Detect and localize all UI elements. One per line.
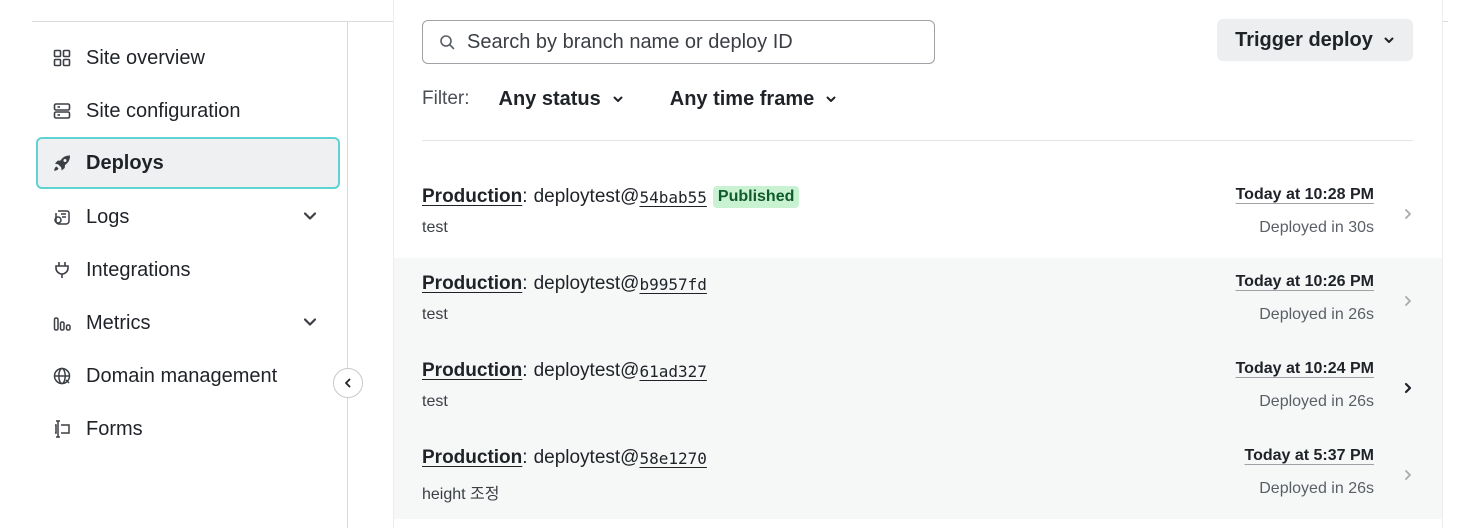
sidebar-item-label: Site configuration	[86, 99, 241, 122]
globe-icon	[52, 366, 72, 386]
sidebar-item-label: Logs	[86, 205, 130, 228]
sidebar-item-label: Forms	[86, 417, 143, 440]
sidebar-item-metrics[interactable]: Metrics	[36, 297, 340, 349]
grid-icon	[52, 48, 72, 68]
deploys-panel: Trigger deploy Filter: Any status Any ti…	[394, 0, 1442, 528]
deploy-message: test	[422, 219, 448, 236]
deploy-time: Today at 10:24 PM	[1235, 360, 1374, 377]
deploy-message: test	[422, 306, 448, 323]
deploy-title: Production: deploytest@ 54bab55 Published	[422, 186, 800, 208]
deploy-message: height 조정	[422, 486, 500, 503]
sidebar-item-label: Site overview	[86, 46, 205, 69]
time-frame-filter-value: Any time frame	[669, 87, 815, 110]
chevron-right-icon	[1405, 470, 1411, 480]
deploy-time: Today at 10:26 PM	[1235, 273, 1374, 290]
chevron-down-icon	[613, 96, 623, 102]
sidebar-item-site-overview[interactable]: Site overview	[36, 32, 340, 84]
deploy-branch: deploytest@	[533, 447, 640, 468]
sidebar-item-integrations[interactable]: Integrations	[36, 244, 340, 296]
sidebar-item-label: Integrations	[86, 258, 191, 281]
search-input[interactable]	[467, 30, 907, 54]
deploy-title: Production: deploytest@ 58e1270	[422, 447, 707, 469]
chevron-left-icon	[345, 378, 351, 388]
sidebar-item-label: Deploys	[86, 151, 164, 174]
chevron-right-icon	[1405, 209, 1411, 219]
deploy-duration: Deployed in 30s	[1259, 219, 1374, 236]
deploy-context-link[interactable]: Production	[422, 273, 522, 295]
trigger-deploy-button[interactable]: Trigger deploy	[1217, 19, 1413, 61]
deploy-row[interactable]: Production: deploytest@ 61ad327 test Today…	[394, 345, 1442, 432]
sidebar-item-site-configuration[interactable]: Site configuration	[36, 85, 340, 137]
deploy-title: Production: deploytest@ 61ad327	[422, 360, 707, 382]
sidebar-item-label: Domain management	[86, 364, 278, 387]
deploy-context-link[interactable]: Production	[422, 186, 522, 208]
sidebar-item-forms[interactable]: Forms	[36, 403, 340, 455]
bar-chart-icon	[52, 313, 72, 333]
deploy-title: Production: deploytest@ b9957fd	[422, 273, 707, 295]
sidebar-item-deploys[interactable]: Deploys	[36, 137, 340, 189]
deploy-branch: deploytest@	[533, 186, 640, 207]
sidebar-item-logs[interactable]: Logs	[36, 191, 340, 243]
chevron-right-icon	[1404, 382, 1412, 394]
server-icon	[52, 101, 72, 121]
deploy-time: Today at 10:28 PM	[1235, 186, 1374, 203]
filter-label: Filter:	[422, 88, 470, 109]
divider	[422, 140, 1413, 141]
sidebar-item-label: Metrics	[86, 311, 151, 334]
time-frame-filter-dropdown[interactable]: Any time frame	[670, 88, 838, 111]
deploy-commit-link[interactable]: 54bab55	[639, 188, 706, 207]
sidebar-collapse-button[interactable]	[333, 368, 363, 398]
deploy-row[interactable]: Production: deploytest@ 58e1270 height 조정 …	[394, 432, 1442, 519]
deploy-commit-link[interactable]: 58e1270	[639, 449, 706, 468]
deploy-row[interactable]: Production: deploytest@ 54bab55 Published t…	[394, 171, 1442, 258]
rocket-icon	[52, 153, 72, 173]
plug-icon	[52, 260, 72, 280]
logs-icon	[52, 207, 72, 227]
published-badge: Published	[712, 186, 800, 208]
deploy-branch: deploytest@	[533, 360, 640, 381]
status-filter-value: Any status	[498, 87, 601, 110]
chevron-down-icon	[1384, 37, 1394, 43]
deploy-duration: Deployed in 26s	[1259, 393, 1374, 410]
deploy-time: Today at 5:37 PM	[1244, 447, 1374, 464]
chevron-down-icon	[826, 96, 836, 102]
sidebar: Site overview Site configuration Deploys…	[0, 22, 348, 528]
form-icon	[52, 419, 72, 439]
deploy-context-link[interactable]: Production	[422, 447, 522, 469]
deploy-duration: Deployed in 26s	[1259, 480, 1374, 497]
search-icon	[440, 35, 455, 50]
filter-bar: Filter: Any status Any time frame	[422, 87, 883, 111]
sidebar-item-domain-management[interactable]: Domain management	[36, 350, 340, 402]
trigger-deploy-label: Trigger deploy	[1235, 28, 1373, 51]
deploy-row[interactable]: Production: deploytest@ b9957fd test Today…	[394, 258, 1442, 345]
deploy-duration: Deployed in 26s	[1259, 306, 1374, 323]
deploy-branch: deploytest@	[533, 273, 640, 294]
deploy-context-link[interactable]: Production	[422, 360, 522, 382]
chevron-down-icon[interactable]	[302, 314, 318, 330]
chevron-right-icon	[1405, 296, 1411, 306]
deploy-commit-link[interactable]: 61ad327	[639, 362, 706, 381]
deploy-commit-link[interactable]: b9957fd	[639, 275, 706, 294]
deploy-message: test	[422, 393, 448, 410]
search-field[interactable]	[422, 20, 935, 64]
status-filter-dropdown[interactable]: Any status	[499, 88, 624, 111]
chevron-down-icon[interactable]	[302, 208, 318, 224]
